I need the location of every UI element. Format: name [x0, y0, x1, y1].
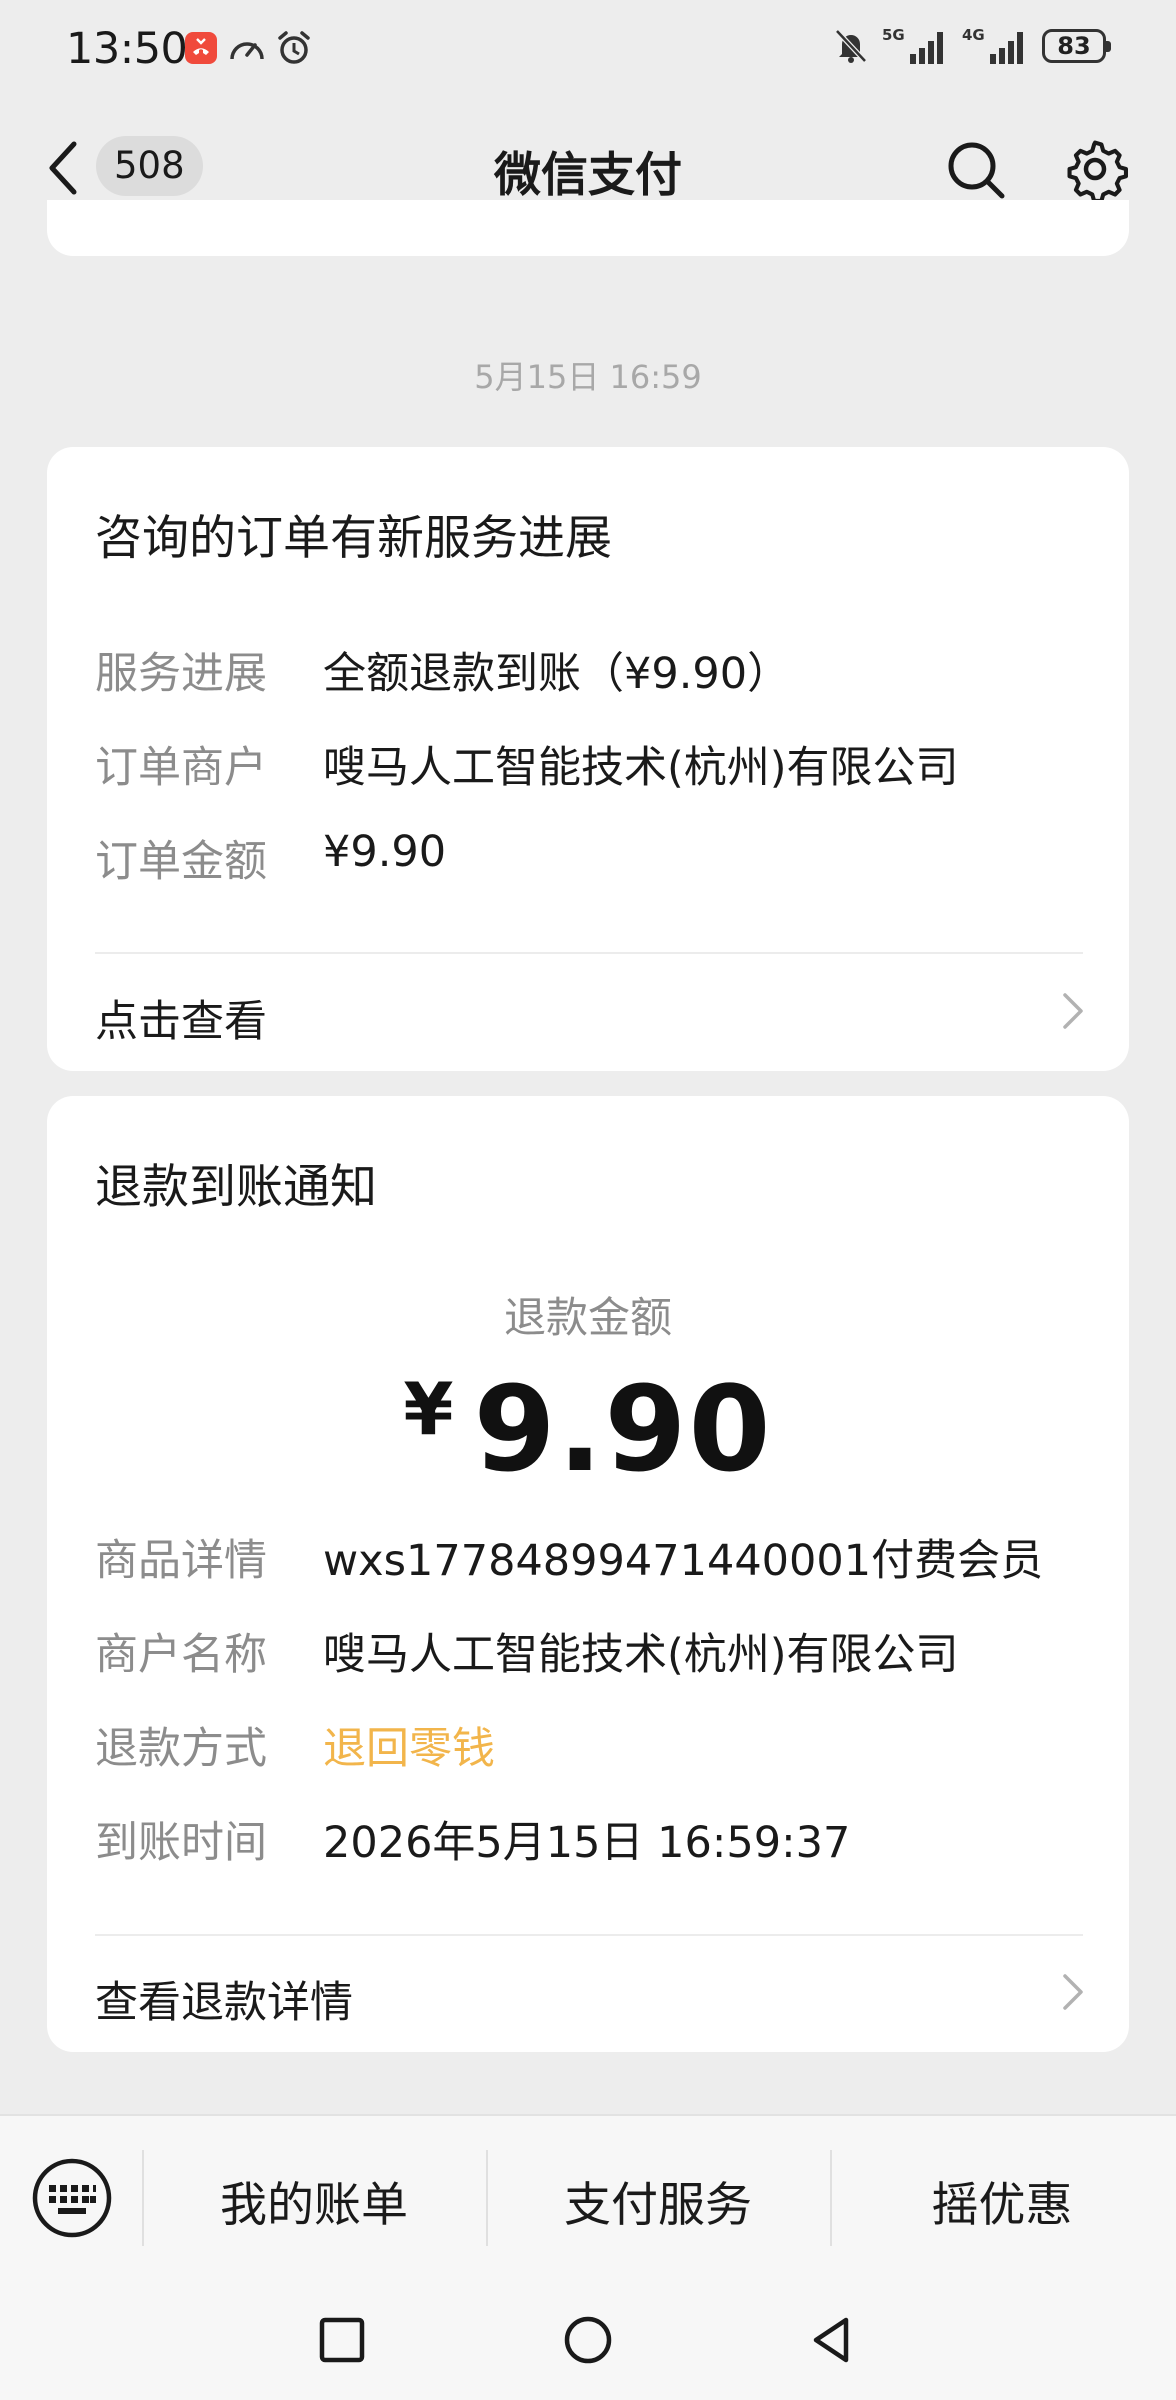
- signal-4g-icon: 4G: [962, 26, 1023, 64]
- svg-text:5G: 5G: [882, 26, 905, 44]
- row-label: 订单商户: [95, 743, 267, 793]
- gear-icon[interactable]: [1062, 136, 1128, 202]
- home-icon[interactable]: [558, 2310, 618, 2370]
- refund-method-value: 退回零钱: [323, 1724, 495, 1774]
- search-icon[interactable]: [944, 138, 1008, 202]
- refund-amount-label: 退款金额: [503, 1293, 672, 1342]
- menu-item-shake-deals[interactable]: 摇优惠: [832, 2166, 1172, 2235]
- divider: [95, 1934, 1083, 1936]
- back-nav-icon[interactable]: [802, 2310, 862, 2370]
- card-title: 退款到账通知: [95, 1160, 377, 1215]
- refund-amount: ¥9.90: [47, 1360, 1129, 1498]
- menu-item-my-bills[interactable]: 我的账单: [144, 2166, 484, 2235]
- row-label: 商品详情: [95, 1536, 267, 1586]
- battery-icon: 83: [1042, 29, 1111, 63]
- recent-apps-icon[interactable]: [312, 2310, 372, 2370]
- chevron-right-icon: [1063, 1974, 1083, 2010]
- row-value: 嗖马人工智能技术(杭州)有限公司: [323, 743, 959, 793]
- status-right-icons: 5G 4G 83: [834, 26, 1111, 66]
- refund-notice-card[interactable]: 退款到账通知 退款金额 ¥9.90 商品详情 wxs17784899471440…: [47, 1096, 1129, 2052]
- speedometer-icon: [230, 42, 264, 60]
- previous-message-card: [47, 200, 1129, 256]
- currency-symbol: ¥: [403, 1367, 454, 1451]
- status-bar: 13:50 5G 4G 83: [0, 0, 1176, 98]
- view-details-link[interactable]: 点击查看: [95, 987, 267, 1049]
- keyboard-icon[interactable]: [30, 2156, 114, 2240]
- row-label: 服务进展: [95, 649, 267, 699]
- row-value: ¥9.90: [323, 827, 447, 877]
- service-progress-card[interactable]: 咨询的订单有新服务进展 服务进展 全额退款到账（¥9.90） 订单商户 嗖马人工…: [47, 447, 1129, 1071]
- message-timestamp: 5月15日 16:59: [474, 358, 702, 396]
- mute-icon: [835, 29, 867, 63]
- row-value: wxs1778489947144000​1付费会员: [323, 1536, 1044, 1586]
- row-value: 2026年5月15日 16:59:37: [323, 1818, 851, 1868]
- bottom-menu: 我的账单 支付服务 摇优惠: [0, 2114, 1176, 2280]
- missed-call-icon: [185, 32, 217, 64]
- status-left-icons: [184, 30, 312, 66]
- row-label: 订单金额: [95, 837, 267, 887]
- row-label: 退款方式: [95, 1724, 267, 1774]
- refund-amount-value: 9.90: [473, 1360, 773, 1498]
- row-label: 商户名称: [95, 1630, 267, 1680]
- card-title: 咨询的订单有新服务进展: [95, 511, 612, 566]
- svg-text:4G: 4G: [962, 26, 985, 44]
- row-value: 全额退款到账（¥9.90）: [323, 649, 791, 699]
- status-time: 13:50: [66, 24, 188, 74]
- row-value: 嗖马人工智能技术(杭州)有限公司: [323, 1630, 959, 1680]
- menu-item-payment-services[interactable]: 支付服务: [488, 2166, 828, 2235]
- screen: 13:50 5G 4G 83 508 微信支付 5月15日 16:59 咨询的订…: [0, 0, 1176, 2400]
- chevron-right-icon: [1063, 993, 1083, 1029]
- alarm-icon: [278, 31, 310, 64]
- refund-details-link[interactable]: 查看退款详情: [95, 1968, 353, 2030]
- divider: [95, 952, 1083, 954]
- row-label: 到账时间: [95, 1818, 267, 1868]
- system-nav-bar: [0, 2280, 1176, 2400]
- signal-5g-icon: 5G: [882, 26, 943, 64]
